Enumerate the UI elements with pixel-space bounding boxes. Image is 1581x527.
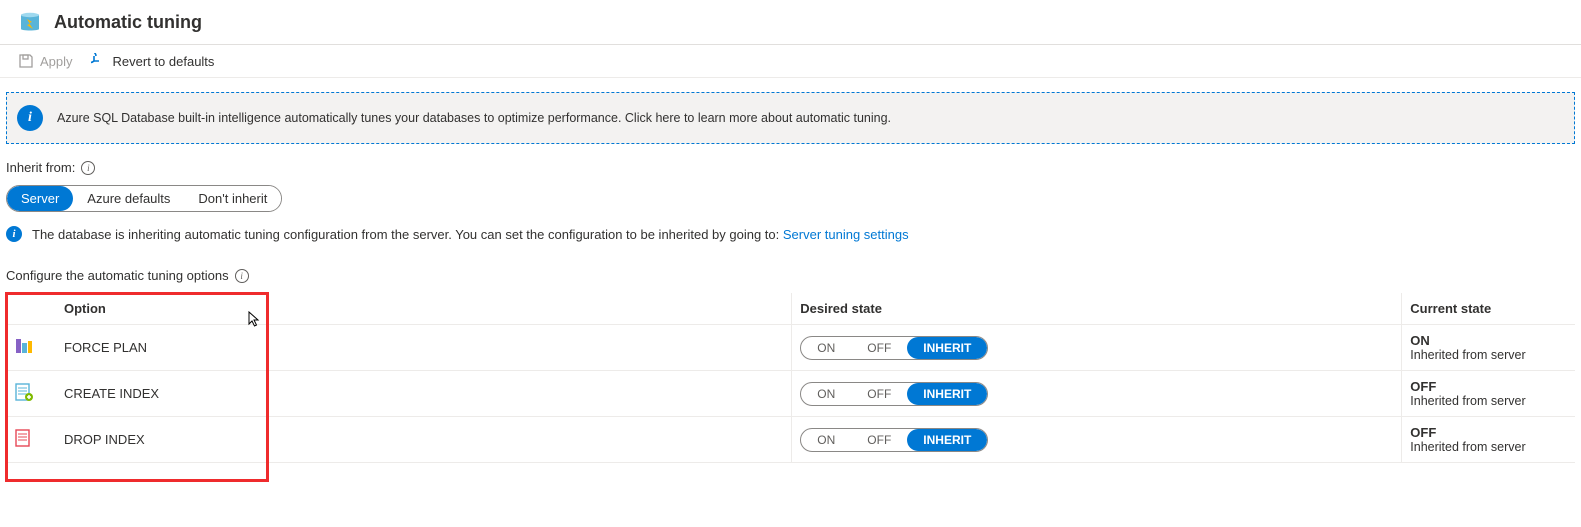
option-name: CREATE INDEX	[64, 386, 783, 401]
table-row: FORCE PLAN ON OFF INHERIT ON Inherited f…	[6, 325, 1575, 371]
help-icon[interactable]: i	[235, 269, 249, 283]
revert-button[interactable]: Revert to defaults	[91, 53, 215, 69]
state-inherit[interactable]: INHERIT	[907, 429, 987, 451]
apply-label: Apply	[40, 54, 73, 69]
state-on[interactable]: ON	[801, 383, 851, 405]
inherit-option-azure-defaults[interactable]: Azure defaults	[73, 186, 184, 211]
current-state-source: Inherited from server	[1410, 394, 1567, 408]
page-title: Automatic tuning	[54, 12, 202, 33]
server-tuning-settings-link[interactable]: Server tuning settings	[783, 227, 909, 242]
inherit-from-label: Inherit from: i	[6, 158, 1575, 185]
inherit-toggle[interactable]: Server Azure defaults Don't inherit	[6, 185, 282, 212]
help-icon[interactable]: i	[81, 161, 95, 175]
info-icon: i	[6, 226, 22, 242]
state-inherit[interactable]: INHERIT	[907, 383, 987, 405]
option-name: DROP INDEX	[64, 432, 783, 447]
current-state-value: OFF	[1410, 379, 1567, 394]
configure-label: Configure the automatic tuning options i	[6, 266, 1575, 293]
info-icon: i	[17, 105, 43, 131]
action-bar: Apply Revert to defaults	[0, 45, 1581, 78]
inherit-option-server[interactable]: Server	[7, 186, 73, 211]
state-on[interactable]: ON	[801, 429, 851, 451]
inherit-option-dont-inherit[interactable]: Don't inherit	[184, 186, 281, 211]
create-index-icon	[14, 382, 34, 402]
apply-button[interactable]: Apply	[18, 53, 73, 69]
options-table-wrap: Option Desired state Current state FORCE…	[6, 293, 1575, 463]
automatic-tuning-icon	[18, 10, 42, 34]
col-header-option: Option	[6, 293, 792, 325]
current-state-source: Inherited from server	[1410, 440, 1567, 454]
options-table: Option Desired state Current state FORCE…	[6, 293, 1575, 463]
revert-icon	[91, 53, 107, 69]
state-off[interactable]: OFF	[851, 337, 907, 359]
inherit-note-text: The database is inheriting automatic tun…	[32, 227, 783, 242]
current-state-source: Inherited from server	[1410, 348, 1567, 362]
info-banner-text: Azure SQL Database built-in intelligence…	[57, 111, 891, 125]
option-name: FORCE PLAN	[64, 340, 783, 355]
desired-state-toggle[interactable]: ON OFF INHERIT	[800, 336, 988, 360]
current-state-value: ON	[1410, 333, 1567, 348]
table-row: CREATE INDEX ON OFF INHERIT OFF Inherite…	[6, 371, 1575, 417]
state-off[interactable]: OFF	[851, 429, 907, 451]
state-off[interactable]: OFF	[851, 383, 907, 405]
revert-label: Revert to defaults	[113, 54, 215, 69]
save-icon	[18, 53, 34, 69]
table-row: DROP INDEX ON OFF INHERIT OFF Inherited …	[6, 417, 1575, 463]
inherit-note: i The database is inheriting automatic t…	[6, 226, 1575, 266]
drop-index-icon	[14, 428, 34, 448]
col-header-desired: Desired state	[792, 293, 1402, 325]
current-state-value: OFF	[1410, 425, 1567, 440]
info-banner[interactable]: i Azure SQL Database built-in intelligen…	[6, 92, 1575, 144]
force-plan-icon	[14, 336, 34, 356]
desired-state-toggle[interactable]: ON OFF INHERIT	[800, 428, 988, 452]
col-header-current: Current state	[1402, 293, 1575, 325]
page-header: Automatic tuning	[0, 0, 1581, 45]
state-on[interactable]: ON	[801, 337, 851, 359]
state-inherit[interactable]: INHERIT	[907, 337, 987, 359]
desired-state-toggle[interactable]: ON OFF INHERIT	[800, 382, 988, 406]
